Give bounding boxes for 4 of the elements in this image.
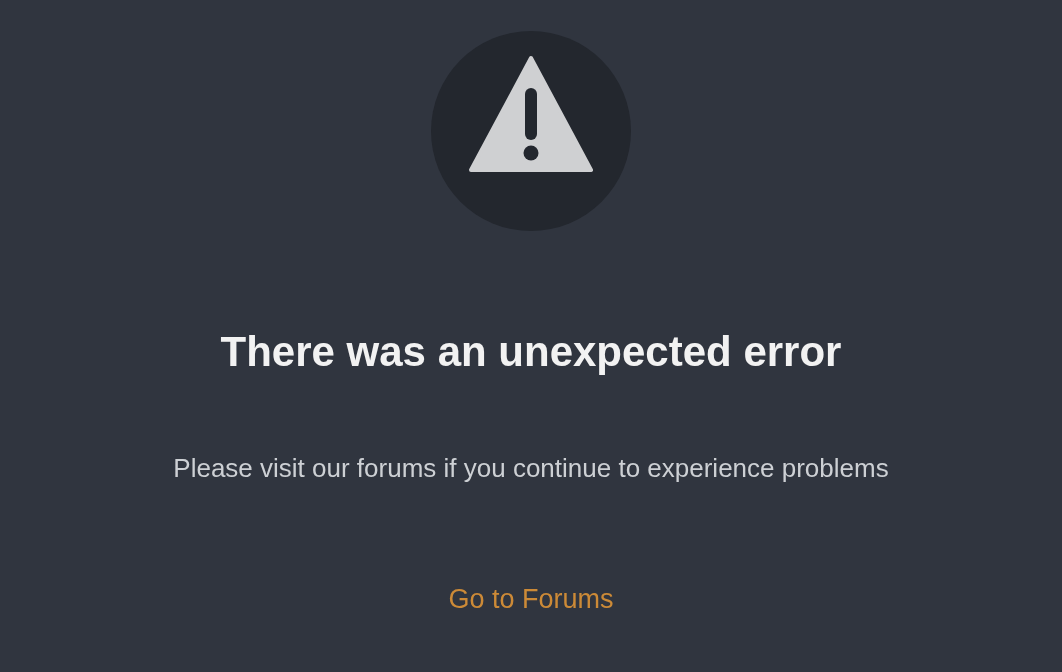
forums-link[interactable]: Go to Forums xyxy=(448,582,614,615)
error-message: Please visit our forums if you continue to experience problems xyxy=(173,453,889,485)
error-title: There was an unexpected error xyxy=(220,327,842,377)
warning-icon xyxy=(431,31,631,231)
